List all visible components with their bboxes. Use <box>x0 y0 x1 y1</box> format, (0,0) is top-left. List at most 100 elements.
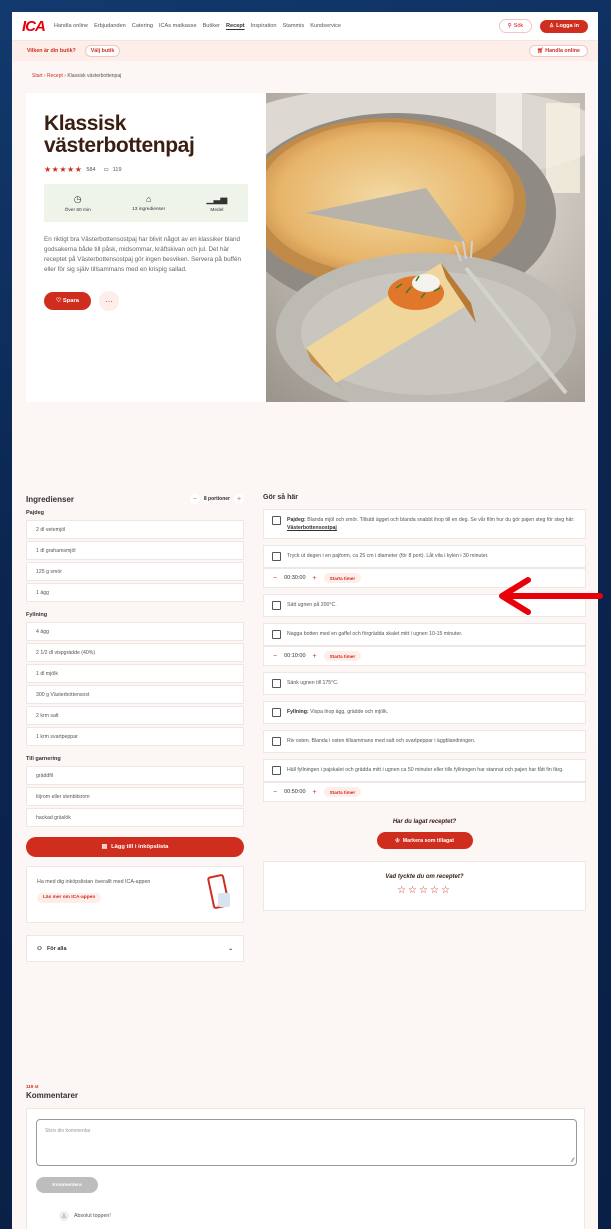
recipe-meta: ◷ Över 60 min ⌂ 13 ingredienser ▁▃▅ Mede… <box>44 184 248 222</box>
step-item[interactable]: Sänk ugnen till 175°C. <box>263 672 586 695</box>
top-navigation: ICA Handla online Erbjudanden Catering I… <box>12 12 598 41</box>
nav-handla-online[interactable]: Handla online <box>54 23 88 29</box>
breadcrumb-current: Klassisk västerbottenpaj <box>67 73 122 79</box>
step-checkbox[interactable] <box>272 766 281 775</box>
save-label: Spara <box>62 298 79 304</box>
recipe-photo <box>266 93 585 402</box>
ingredient-item[interactable]: 2 krm salt <box>26 706 244 725</box>
ingredient-item[interactable]: hackad gräslök <box>26 808 244 827</box>
timer-decrease-button[interactable]: − <box>273 575 277 582</box>
mark-as-made-button[interactable]: ♔ Markera som tillagat <box>376 832 473 849</box>
ingredient-item[interactable]: 1 ägg <box>26 583 244 602</box>
meta-ingredients: ⌂ 13 ingredienser <box>132 194 165 212</box>
rate-stars-input[interactable]: ☆☆☆☆☆ <box>264 885 585 896</box>
breadcrumb-start[interactable]: Start <box>32 73 43 79</box>
timer-increase-button[interactable]: + <box>313 789 317 796</box>
timer-decrease-button[interactable]: − <box>273 789 277 796</box>
nav-inspiration[interactable]: Inspiration <box>251 23 277 29</box>
portions-decrease-button[interactable]: − <box>189 494 200 504</box>
step-checkbox[interactable] <box>272 708 281 717</box>
meta-difficulty-label: Medel <box>210 207 224 213</box>
choose-store-button[interactable]: Välj butik <box>84 45 121 57</box>
comment-form: Skriv din kommentar ⁄⁄ Kommentera ♙ Abso… <box>26 1108 585 1229</box>
step-item[interactable]: Pajdeg: Blanda mjöl och smör. Tillsätt ä… <box>263 509 586 539</box>
made-question: Har du lagat receptet? <box>392 819 457 825</box>
ingredient-item[interactable]: 4 ägg <box>26 622 244 641</box>
portions-value: 8 portioner <box>203 496 230 502</box>
search-label: Sök <box>513 23 524 29</box>
ingredients-header: Ingredienser − 8 portioner + <box>26 494 244 504</box>
portions-increase-button[interactable]: + <box>234 494 244 504</box>
start-timer-button[interactable]: Starta timer <box>323 573 362 583</box>
nav-catering[interactable]: Catering <box>132 23 153 29</box>
more-options-button[interactable]: ··· <box>98 291 119 311</box>
step-checkbox[interactable] <box>272 737 281 746</box>
step-text: Tryck ut degen i en pajform, ca 25 cm i … <box>287 553 489 559</box>
start-timer-button[interactable]: Starta timer <box>323 787 362 797</box>
login-button[interactable]: ♙ Logga in <box>540 19 588 33</box>
step-checkbox[interactable] <box>272 679 281 688</box>
ingredient-item[interactable]: 2 dl vetemjöl <box>26 520 244 539</box>
page: ICA Handla online Erbjudanden Catering I… <box>12 12 598 1229</box>
ingredient-item[interactable]: 1 krm svartpeppar <box>26 727 244 746</box>
recipe-title: Klassisk västerbottenpaj <box>44 113 248 157</box>
ingredient-item[interactable]: löjrom eller stenbitsrom <box>26 787 244 806</box>
step-checkbox[interactable] <box>272 601 281 610</box>
rating-stars[interactable]: ★★★★★ <box>44 165 82 174</box>
nav-recept[interactable]: Recept <box>226 23 245 29</box>
step-item[interactable]: Fyllning: Vispa ihop ägg, grädde och mjö… <box>263 701 586 724</box>
ica-logo[interactable]: ICA <box>22 18 46 35</box>
breadcrumb-recept[interactable]: Recept <box>47 73 63 79</box>
store-bar: Vilken är din butik? Välj butik 🛒︎ Handl… <box>12 41 598 61</box>
step-checkbox[interactable] <box>272 552 281 561</box>
step-checkbox[interactable] <box>272 630 281 639</box>
ingredient-item[interactable]: 2 1/2 dl vispgrädde (40%) <box>26 643 244 662</box>
submit-comment-button[interactable]: Kommentera <box>36 1177 98 1193</box>
add-to-shopping-list-button[interactable]: ▤ Lägg till i inköpslista <box>26 837 244 857</box>
step-item[interactable]: Häll fyllningen i pajskalet och grädda m… <box>263 759 586 782</box>
ingredients-panel: Ingredienser − 8 portioner + Pajdeg 2 dl… <box>26 494 244 962</box>
shop-online-label: Handla online <box>545 48 580 54</box>
start-timer-button[interactable]: Starta timer <box>323 651 362 661</box>
ingredient-item[interactable]: 125 g smör <box>26 562 244 581</box>
ingredients-heading: Ingredienser <box>26 494 75 504</box>
video-link[interactable]: Västerbottensostpaj <box>287 525 337 531</box>
nav-stammis[interactable]: Stammis <box>282 23 304 29</box>
timer-increase-button[interactable]: + <box>313 653 317 660</box>
difficulty-bars-icon: ▁▃▅ <box>206 193 228 204</box>
ingredient-item[interactable]: 300 g Västerbottensost <box>26 685 244 704</box>
nav-kundservice[interactable]: Kundservice <box>310 23 341 29</box>
nav-butiker[interactable]: Butiker <box>203 23 220 29</box>
step-text: Blanda mjöl och smör. Tillsätt ägget och… <box>307 517 575 523</box>
ingredient-group-title: Pajdeg <box>26 510 45 516</box>
comment-input[interactable]: Skriv din kommentar ⁄⁄ <box>36 1119 577 1166</box>
step-item[interactable]: Tryck ut degen i en pajform, ca 25 cm i … <box>263 545 586 568</box>
timer-decrease-button[interactable]: − <box>273 653 277 660</box>
chef-hat-icon: ♔ <box>395 837 400 844</box>
step-checkbox[interactable] <box>272 516 281 525</box>
meta-time-label: Över 60 min <box>64 207 91 213</box>
step-item[interactable]: Nagga botten med en gaffel och förgrädda… <box>263 623 586 646</box>
timer-value: 00:10:00 <box>284 653 306 659</box>
shop-online-button[interactable]: 🛒︎ Handla online <box>529 45 588 57</box>
timer-value: 00:30:00 <box>284 575 306 581</box>
ingredient-item[interactable]: 1 dl mjölk <box>26 664 244 683</box>
nav-erbjudanden[interactable]: Erbjudanden <box>94 23 126 29</box>
ingredient-item[interactable]: 1 dl grahamsmjöl <box>26 541 244 560</box>
list-icon: ▤ <box>101 844 108 850</box>
nav-icas-matkasse[interactable]: ICAs matkasse <box>159 23 197 29</box>
annotation-arrow-icon <box>499 577 603 615</box>
search-button[interactable]: ⚲ Sök <box>498 19 533 33</box>
for-all-accordion[interactable]: ⚇ För alla ⌄ <box>26 935 244 962</box>
read-about-app-button[interactable]: Läs mer om ICA-appen <box>37 892 102 903</box>
pie-photo <box>266 93 585 402</box>
save-recipe-button[interactable]: ♡ Spara <box>44 292 91 310</box>
meta-time: ◷ Över 60 min <box>65 194 91 213</box>
rate-question: Vad tyckte du om receptet? <box>385 874 464 880</box>
resize-handle-icon[interactable]: ⁄⁄ <box>572 1158 574 1164</box>
step-text: Sänk ugnen till 175°C. <box>287 680 339 686</box>
timer-increase-button[interactable]: + <box>313 575 317 582</box>
comment-count[interactable]: 119 <box>113 167 122 173</box>
step-item[interactable]: Riv osten. Blanda i osten tillsammans me… <box>263 730 586 753</box>
ingredient-item[interactable]: gräddfil <box>26 766 244 785</box>
